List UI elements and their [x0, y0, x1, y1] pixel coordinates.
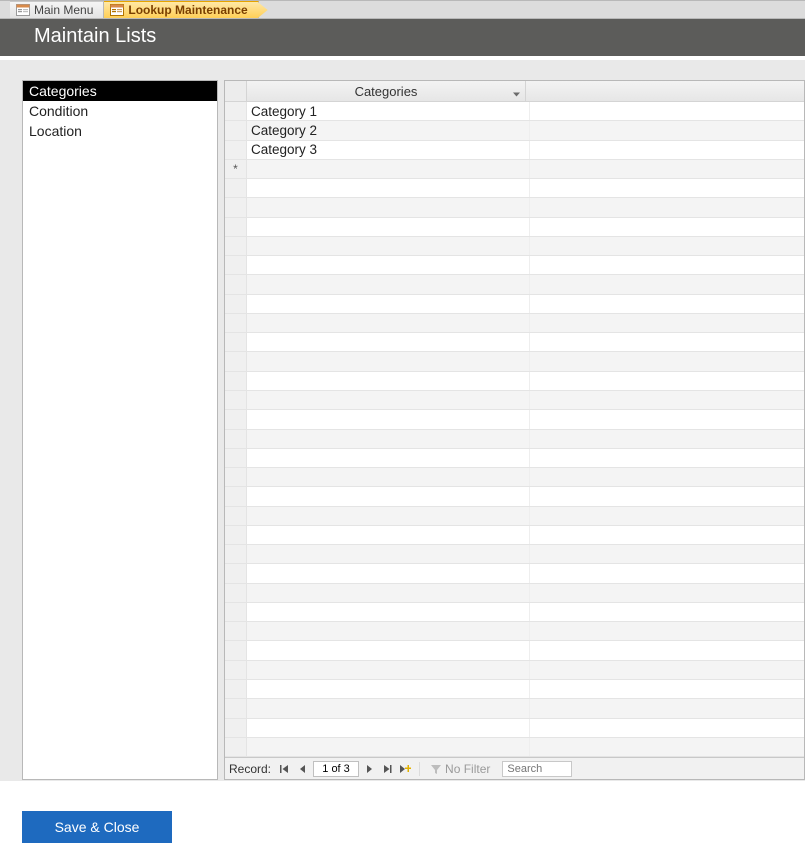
- table-row[interactable]: Category 3: [225, 141, 804, 160]
- filter-label: No Filter: [445, 762, 490, 776]
- empty-row: [225, 256, 804, 275]
- search-input[interactable]: [502, 761, 572, 777]
- column-header-categories[interactable]: Categories: [247, 81, 526, 101]
- row-selector[interactable]: [225, 141, 247, 159]
- empty-row: [225, 680, 804, 699]
- empty-row: [225, 603, 804, 622]
- empty-row: [225, 410, 804, 429]
- empty-row: [225, 218, 804, 237]
- empty-row: [225, 237, 804, 256]
- empty-row: [225, 314, 804, 333]
- cell[interactable]: [247, 160, 530, 178]
- category-listbox[interactable]: Categories Condition Location: [22, 80, 218, 780]
- next-record-button[interactable]: [361, 761, 377, 777]
- form-icon: [110, 4, 124, 16]
- empty-row: [225, 179, 804, 198]
- empty-row: [225, 545, 804, 564]
- empty-row: [225, 507, 804, 526]
- cell[interactable]: Category 1: [247, 102, 530, 120]
- tab-label: Main Menu: [34, 3, 93, 17]
- record-navigator: Record: No Filte: [225, 757, 804, 779]
- row-selector[interactable]: [225, 121, 247, 139]
- column-dropdown-icon[interactable]: [512, 87, 521, 96]
- empty-row: [225, 622, 804, 641]
- empty-row: [225, 275, 804, 294]
- cell[interactable]: Category 2: [247, 121, 530, 139]
- empty-row: [225, 564, 804, 583]
- save-close-button[interactable]: Save & Close: [22, 811, 172, 843]
- filter-icon: [430, 763, 442, 775]
- footer: Save & Close: [0, 811, 805, 851]
- empty-row: [225, 699, 804, 718]
- new-record-row[interactable]: *: [225, 160, 804, 179]
- empty-row: [225, 487, 804, 506]
- empty-row: [225, 641, 804, 660]
- empty-row: [225, 198, 804, 217]
- first-record-button[interactable]: [277, 761, 293, 777]
- record-label: Record:: [229, 762, 271, 776]
- listbox-item-categories[interactable]: Categories: [23, 81, 217, 101]
- row-selector[interactable]: [225, 102, 247, 120]
- cell-blank: [530, 160, 804, 178]
- prev-record-button[interactable]: [295, 761, 311, 777]
- last-record-button[interactable]: [379, 761, 395, 777]
- empty-row: [225, 526, 804, 545]
- datasheet: Categories Category 1 Category 2: [224, 80, 805, 780]
- empty-row: [225, 584, 804, 603]
- empty-row: [225, 333, 804, 352]
- datasheet-header: Categories: [225, 81, 804, 102]
- empty-row: [225, 391, 804, 410]
- tab-label: Lookup Maintenance: [128, 3, 247, 17]
- cell[interactable]: Category 3: [247, 141, 530, 159]
- empty-row: [225, 352, 804, 371]
- work-area: Categories Condition Location Categories: [0, 60, 805, 781]
- empty-row: [225, 295, 804, 314]
- cell-blank: [530, 121, 804, 139]
- row-selector-header[interactable]: [225, 81, 247, 101]
- cell-blank: [530, 141, 804, 159]
- table-row[interactable]: Category 1: [225, 102, 804, 121]
- empty-row: [225, 719, 804, 738]
- table-row[interactable]: Category 2: [225, 121, 804, 140]
- cell-blank: [530, 102, 804, 120]
- column-header-blank: [526, 81, 804, 101]
- tab-bar: Main Menu Lookup Maintenance: [0, 0, 805, 19]
- listbox-item-condition[interactable]: Condition: [23, 101, 217, 121]
- record-position-input[interactable]: [313, 761, 359, 777]
- page-title: Maintain Lists: [0, 19, 805, 56]
- empty-row: [225, 738, 804, 757]
- form-icon: [16, 4, 30, 16]
- new-record-marker[interactable]: *: [225, 160, 247, 178]
- empty-row: [225, 468, 804, 487]
- filter-indicator[interactable]: No Filter: [419, 762, 496, 776]
- datasheet-body: Category 1 Category 2 Category 3 *: [225, 102, 804, 757]
- listbox-item-location[interactable]: Location: [23, 121, 217, 141]
- empty-row: [225, 430, 804, 449]
- column-header-label: Categories: [355, 84, 418, 99]
- tab-lookup-maintenance[interactable]: Lookup Maintenance: [104, 1, 258, 18]
- empty-row: [225, 372, 804, 391]
- empty-row: [225, 449, 804, 468]
- new-record-button[interactable]: [397, 761, 413, 777]
- empty-row: [225, 661, 804, 680]
- tab-main-menu[interactable]: Main Menu: [10, 1, 104, 18]
